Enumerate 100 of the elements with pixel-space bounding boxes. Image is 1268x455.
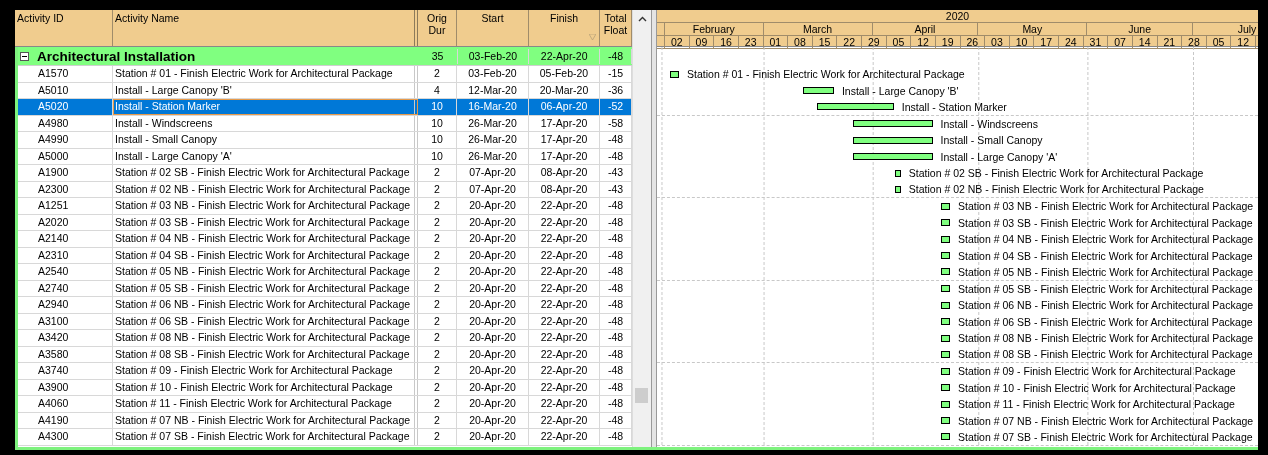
week-header: 19 <box>935 36 961 48</box>
table-row[interactable]: A4990 Install - Small Canopy 10 26-Mar-20 17-Apr-20 -48 <box>18 132 632 149</box>
table-cell: 2 <box>418 313 457 329</box>
bar-label: Station # 06 SB - Finish Electric Work for Architectural Package <box>958 315 1253 328</box>
table-cell: 17-Apr-20 <box>529 115 600 131</box>
table-cell: A4060 <box>18 396 113 412</box>
collapse-icon[interactable] <box>20 51 29 61</box>
gantt-bar[interactable] <box>940 285 951 293</box>
gantt-bar[interactable] <box>940 417 951 425</box>
week-header: 29 <box>862 36 887 48</box>
table-row[interactable]: A1251 Station # 03 NB - Finish Electric Work for Architectural Package 2 20-Apr-20 22-Apr-20 -48 <box>18 198 632 215</box>
table-cell: A5000 <box>18 148 113 164</box>
gantt-bar[interactable] <box>894 185 901 193</box>
scrollbar[interactable] <box>632 10 651 447</box>
table-cell: A2740 <box>18 280 113 296</box>
bar-label: Station # 01 - Finish Electric Work for Architectural Package <box>687 68 965 81</box>
table-cell: 03-Feb-20 <box>457 48 530 64</box>
table-row[interactable]: A5020 Install - Station Marker 10 16-Mar-20 06-Apr-20 -52 <box>18 99 632 116</box>
table-row[interactable]: A4300 Station # 07 SB - Finish Electric Work for Architectural Package 2 20-Apr-20 22-Apr-20 -48 <box>18 429 632 446</box>
bar-label: Station # 03 SB - Finish Electric Work for Architectural Package <box>958 216 1253 229</box>
table-cell: A1570 <box>18 66 113 82</box>
table-cell: A3900 <box>18 379 113 395</box>
gantt-bar[interactable] <box>940 235 951 243</box>
table-cell: 22-Apr-20 <box>529 330 600 346</box>
table-cell: A4190 <box>18 412 113 428</box>
gantt-bar[interactable] <box>852 120 933 128</box>
table-cell: 16-Mar-20 <box>457 99 529 115</box>
table-cell: 22-Apr-20 <box>529 297 600 313</box>
column-header[interactable]: Finish <box>529 10 600 46</box>
table-row[interactable]: A2140 Station # 04 NB - Finish Electric Work for Architectural Package 2 20-Apr-20 22-Apr-20 -48 <box>18 231 632 248</box>
table-cell: 2 <box>418 363 457 379</box>
table-cell: 05-Feb-20 <box>529 66 600 82</box>
table-row[interactable]: A4060 Station # 11 - Finish Electric Work for Architectural Package 2 20-Apr-20 22-Apr-20 -48 <box>18 396 632 413</box>
bar-label: Install - Large Canopy 'A' <box>940 150 1058 163</box>
month-header: March <box>763 23 873 35</box>
table-cell: A2940 <box>18 297 113 313</box>
table-cell: A2140 <box>18 231 113 247</box>
table-row[interactable]: A2940 Station # 06 NB - Finish Electric Work for Architectural Package 2 20-Apr-20 22-Apr-20 -48 <box>18 297 632 314</box>
table-cell: 2 <box>418 346 457 362</box>
bar-label: Station # 04 NB - Finish Electric Work for Architectural Package <box>958 233 1254 246</box>
table-cell: A4300 <box>18 429 113 445</box>
table-cell: 07-Apr-20 <box>457 181 529 197</box>
table-cell: 22-Apr-20 <box>529 412 600 428</box>
bar-label: Station # 08 SB - Finish Electric Work for Architectural Package <box>958 348 1253 361</box>
week-header: 26 <box>960 36 986 48</box>
table-cell: 20-Apr-20 <box>457 313 529 329</box>
table-cell: 20-Apr-20 <box>457 297 529 313</box>
table-cell: A1251 <box>18 198 113 214</box>
gantt-bar[interactable] <box>940 202 951 210</box>
table-row[interactable]: A1900 Station # 02 SB - Finish Electric Work for Architectural Package 2 07-Apr-20 08-Apr-20 -43 <box>18 165 632 182</box>
gantt-bar[interactable] <box>669 70 680 78</box>
table-cell: 03-Feb-20 <box>457 66 529 82</box>
gantt-bar[interactable] <box>940 219 951 227</box>
gantt-bar[interactable] <box>940 268 951 276</box>
gantt-bar[interactable] <box>940 367 951 375</box>
table-cell: 20-Apr-20 <box>457 379 529 395</box>
bar-label: Install - Windscreens <box>940 117 1038 130</box>
gantt-bar[interactable] <box>940 350 951 358</box>
column-header[interactable]: Start <box>457 10 529 46</box>
bar-label: Install - Large Canopy 'B' <box>841 84 959 97</box>
week-header: 14 <box>1132 36 1158 48</box>
table-row[interactable]: A2540 Station # 05 NB - Finish Electric Work for Architectural Package 2 20-Apr-20 22-Apr-20 -48 <box>18 264 632 281</box>
scrollbar-thumb[interactable] <box>635 388 648 403</box>
week-header: 05 <box>886 36 912 48</box>
gantt-bar[interactable] <box>940 334 951 342</box>
table-cell: Station # 07 SB - Finish Electric Work for Architectural Package <box>113 429 418 445</box>
year-header: 2020 <box>657 10 1258 23</box>
table-cell: A2540 <box>18 264 113 280</box>
bar-label: Install - Station Marker <box>901 100 1007 113</box>
gantt-bar[interactable] <box>803 87 834 95</box>
gantt-bar[interactable] <box>852 136 933 144</box>
table-cell: 20-Apr-20 <box>457 231 529 247</box>
gantt-bar[interactable] <box>940 301 951 309</box>
bar-label: Station # 04 SB - Finish Electric Work for Architectural Package <box>958 249 1253 262</box>
week-header: 08 <box>788 36 813 48</box>
bar-label: Station # 06 NB - Finish Electric Work for Architectural Package <box>958 299 1254 312</box>
table-cell: 2 <box>418 412 457 428</box>
table-cell: 10 <box>418 99 457 115</box>
column-header[interactable]: Orig Dur <box>418 10 457 46</box>
table-row[interactable]: A1570 Station # 01 - Finish Electric Work for Architectural Package 2 03-Feb-20 05-Feb-20 -15 <box>18 66 632 83</box>
table-row[interactable]: A3740 Station # 09 - Finish Electric Work for Architectural Package 2 20-Apr-20 22-Apr-20 -48 <box>18 363 632 380</box>
bar-label: Station # 10 - Finish Electric Work for Architectural Package <box>958 381 1236 394</box>
scroll-up-icon[interactable] <box>637 16 647 22</box>
table-cell: 22-Apr-20 <box>529 48 601 64</box>
table-cell: A3100 <box>18 313 113 329</box>
gantt-bar[interactable] <box>940 400 951 408</box>
gantt-bar[interactable] <box>940 384 951 392</box>
gantt-bar[interactable] <box>940 252 951 260</box>
table-cell: 10 <box>418 148 457 164</box>
table-row[interactable]: A3420 Station # 08 NB - Finish Electric Work for Architectural Package 2 20-Apr-20 22-Apr-20 -48 <box>18 330 632 347</box>
table-cell: 2 <box>418 396 457 412</box>
gantt-bar[interactable] <box>894 169 901 177</box>
table-cell: A2020 <box>18 214 113 230</box>
gantt-bar[interactable] <box>852 153 933 161</box>
column-header[interactable]: Activity ID <box>15 10 113 46</box>
table-cell: A2310 <box>18 247 113 263</box>
gantt-bar[interactable] <box>940 318 951 326</box>
gantt-bar[interactable] <box>817 103 894 111</box>
week-header: 03 <box>985 36 1010 48</box>
gantt-bar[interactable] <box>940 433 951 441</box>
